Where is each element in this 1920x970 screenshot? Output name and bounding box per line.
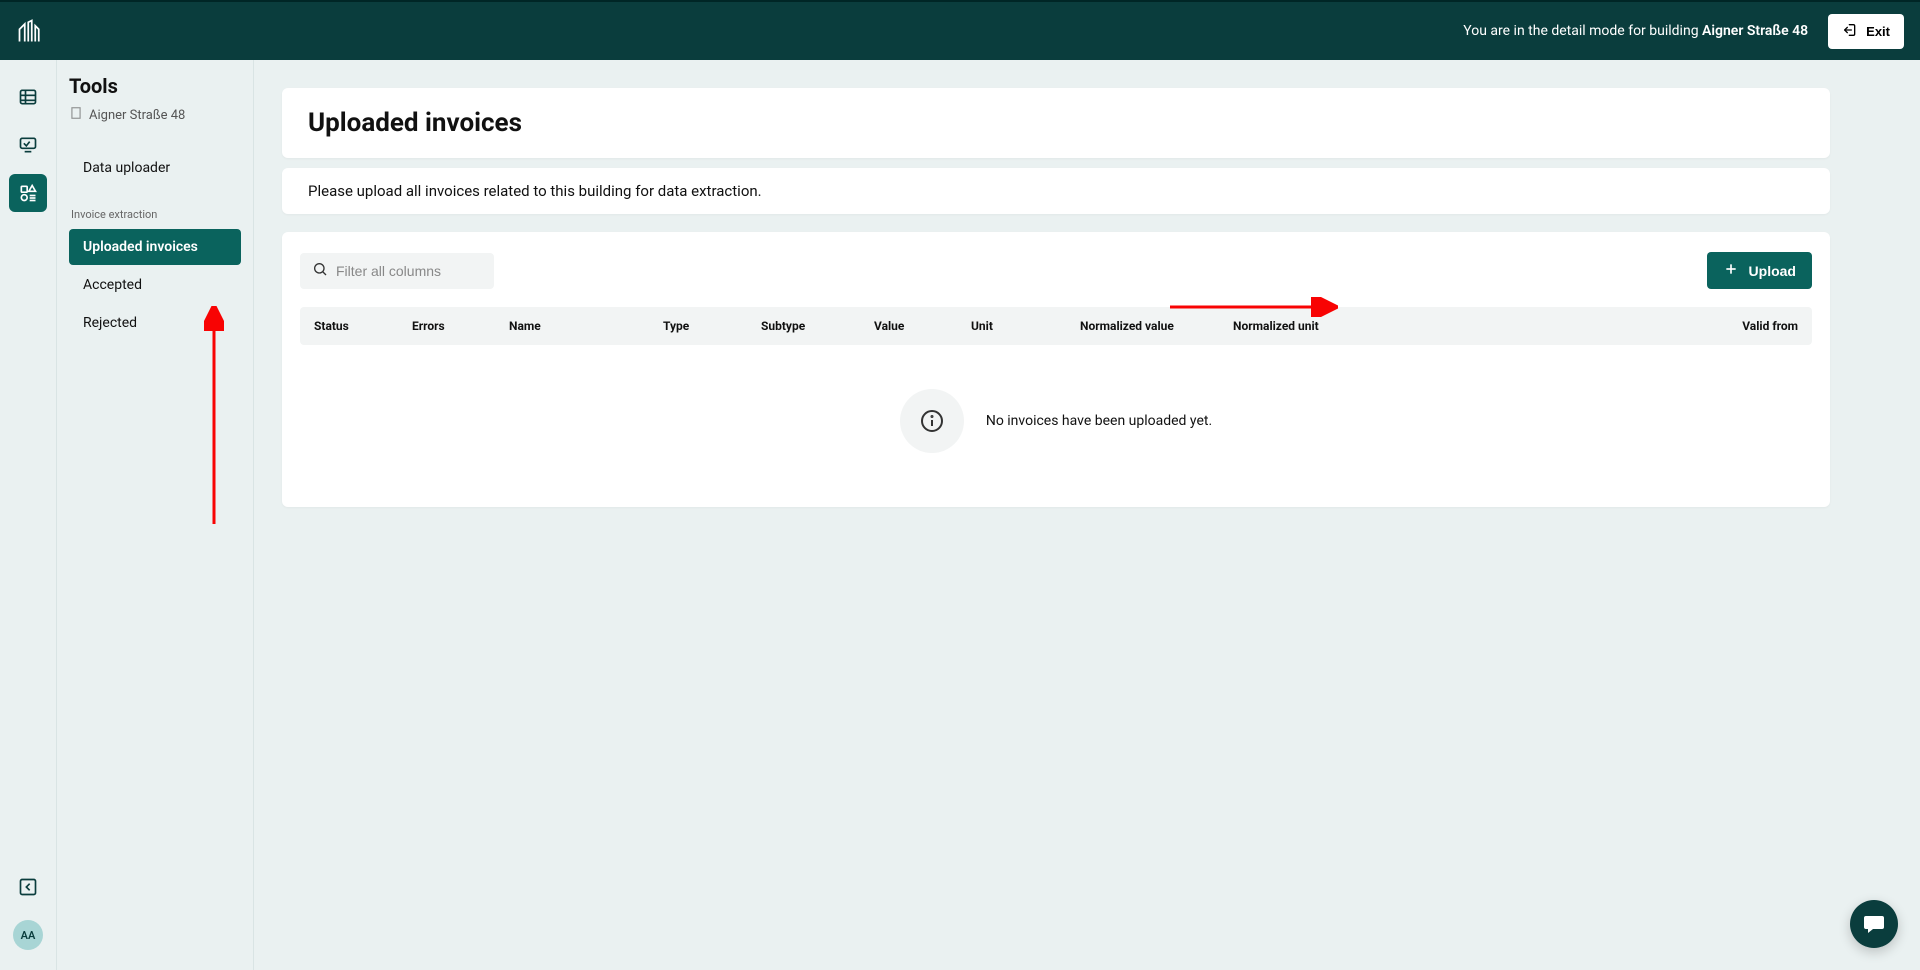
building-icon — [69, 106, 83, 124]
col-header-type[interactable]: Type — [663, 319, 761, 333]
col-header-unit[interactable]: Unit — [971, 319, 1080, 333]
app-logo[interactable] — [16, 17, 44, 45]
user-avatar[interactable]: AA — [13, 920, 43, 950]
sidebar-item-accepted[interactable]: Accepted — [69, 267, 241, 303]
exit-button[interactable]: Exit — [1828, 14, 1904, 49]
mode-text: You are in the detail mode for building … — [1463, 23, 1808, 39]
plus-icon — [1723, 261, 1739, 280]
nav-item-monitor[interactable] — [9, 126, 47, 164]
sidebar-title: Tools — [57, 74, 253, 98]
title-card: Uploaded invoices — [282, 88, 1830, 158]
mode-text-prefix: You are in the detail mode for building — [1463, 23, 1702, 39]
col-header-valid-from[interactable]: Valid from — [1388, 319, 1798, 333]
sidebar-item-data-uploader[interactable]: Data uploader — [69, 150, 241, 186]
upload-label: Upload — [1749, 263, 1796, 279]
top-bar: You are in the detail mode for building … — [0, 0, 1920, 60]
page-title: Uploaded invoices — [308, 108, 1804, 138]
search-box[interactable] — [300, 253, 494, 289]
exit-icon — [1842, 22, 1858, 41]
chat-widget-button[interactable] — [1850, 900, 1898, 948]
nav-item-table[interactable] — [9, 78, 47, 116]
col-header-normalized-value[interactable]: Normalized value — [1080, 319, 1233, 333]
col-header-subtype[interactable]: Subtype — [761, 319, 874, 333]
sidebar-item-rejected[interactable]: Rejected — [69, 305, 241, 341]
nav-item-tools[interactable] — [9, 174, 47, 212]
search-icon — [312, 261, 328, 281]
help-text: Please upload all invoices related to th… — [308, 182, 762, 200]
sidebar: Tools Aigner Straße 48 Data uploader Inv… — [57, 60, 254, 970]
building-name: Aigner Straße 48 — [89, 108, 185, 123]
col-header-value[interactable]: Value — [874, 319, 971, 333]
col-header-status[interactable]: Status — [314, 319, 412, 333]
empty-message: No invoices have been uploaded yet. — [986, 413, 1212, 429]
table-card: Upload Status Errors Name Type Subtype V… — [282, 232, 1830, 507]
sidebar-group-label: Invoice extraction — [69, 188, 241, 229]
search-input[interactable] — [336, 263, 482, 279]
sidebar-building: Aigner Straße 48 — [57, 106, 253, 124]
upload-button[interactable]: Upload — [1707, 252, 1812, 289]
sidebar-item-uploaded-invoices[interactable]: Uploaded invoices — [69, 229, 241, 265]
mode-building-name: Aigner Straße 48 — [1702, 23, 1808, 39]
icon-rail: AA — [0, 60, 57, 970]
main-content: Uploaded invoices Please upload all invo… — [254, 60, 1920, 970]
col-header-name[interactable]: Name — [509, 319, 663, 333]
info-icon — [900, 389, 964, 453]
collapse-sidebar-button[interactable] — [9, 868, 47, 906]
help-card: Please upload all invoices related to th… — [282, 168, 1830, 214]
exit-label: Exit — [1866, 24, 1890, 39]
col-header-errors[interactable]: Errors — [412, 319, 509, 333]
table-header: Status Errors Name Type Subtype Value Un… — [300, 307, 1812, 345]
empty-state: No invoices have been uploaded yet. — [300, 345, 1812, 487]
col-header-normalized-unit[interactable]: Normalized unit — [1233, 319, 1388, 333]
avatar-initials: AA — [21, 929, 36, 942]
table-toolbar: Upload — [300, 252, 1812, 289]
